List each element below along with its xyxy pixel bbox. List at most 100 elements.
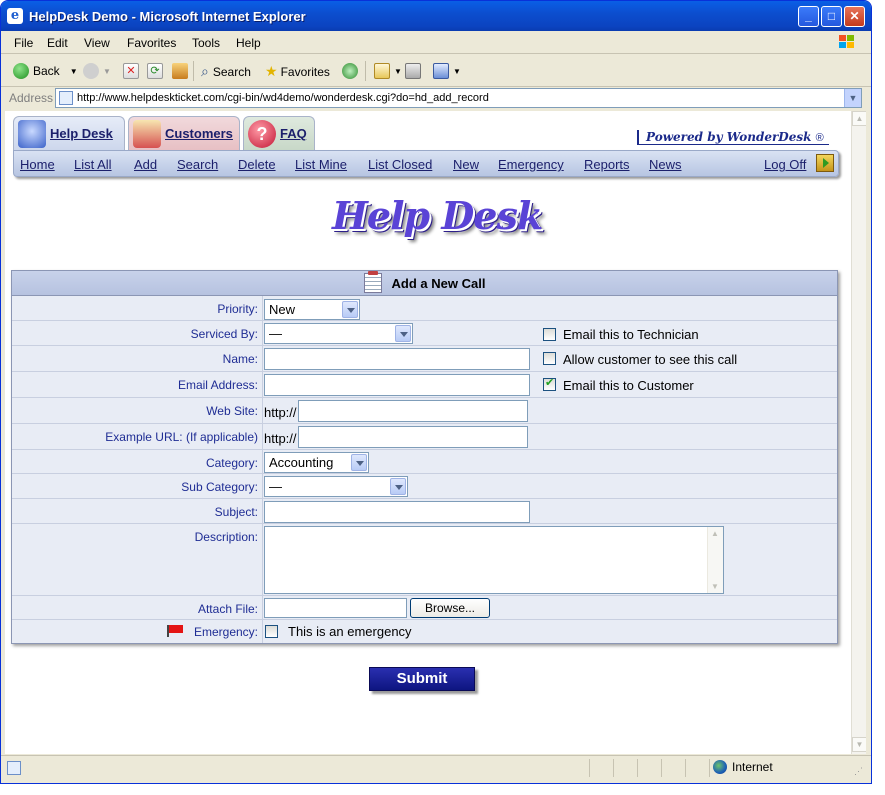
category-row: Category: Accounting	[12, 450, 837, 474]
nav-new[interactable]: New	[453, 157, 479, 172]
page-scrollbar[interactable]: ▲ ▼	[851, 111, 866, 754]
allow-customer-checkbox[interactable]	[543, 352, 556, 365]
customers-icon	[133, 119, 161, 148]
notepad-icon	[363, 271, 382, 293]
form-header: Add a New Call	[12, 271, 837, 296]
back-button[interactable]: Back ▼	[13, 63, 78, 79]
website-input[interactable]	[298, 400, 528, 422]
serviced-by-select[interactable]: —	[264, 323, 413, 344]
globe-icon	[713, 760, 727, 774]
nav-delete[interactable]: Delete	[238, 157, 276, 172]
email-input[interactable]	[264, 374, 530, 396]
chevron-down-icon[interactable]: ▼	[394, 67, 402, 76]
address-dropdown-button[interactable]: ▼	[844, 89, 861, 107]
resize-grip-icon[interactable]: ⋰	[854, 766, 863, 777]
emergency-label: Emergency:	[193, 625, 258, 639]
chevron-down-icon[interactable]: ▼	[103, 67, 111, 76]
status-bar: Internet ⋰	[1, 755, 871, 779]
name-row: Name: Allow customer to see this call	[12, 346, 837, 372]
attach-file-input[interactable]	[264, 598, 407, 618]
tab-customers[interactable]: Customers	[128, 116, 240, 150]
nav-emergency[interactable]: Emergency	[498, 157, 564, 172]
priority-select[interactable]: New	[264, 299, 360, 320]
serviced-by-row: Serviced By: — Email this to Technician	[12, 321, 837, 346]
maximize-button[interactable]: □	[821, 6, 842, 27]
mail-button[interactable]: ▼	[374, 63, 402, 79]
textarea-scrollbar[interactable]	[707, 527, 723, 593]
email-technician-checkbox[interactable]	[543, 328, 556, 341]
print-button[interactable]	[405, 63, 425, 79]
tab-help-desk[interactable]: Help Desk	[13, 116, 125, 150]
description-textarea[interactable]	[264, 526, 724, 594]
nav-search[interactable]: Search	[177, 157, 218, 172]
add-call-form: Add a New Call Priority: New Serviced By…	[11, 270, 838, 644]
ie-icon: e	[7, 8, 23, 24]
menu-bar: File Edit View Favorites Tools Help	[1, 31, 871, 54]
chevron-down-icon[interactable]: ▼	[70, 67, 78, 76]
tab-faq[interactable]: ? FAQ	[243, 116, 315, 150]
close-button[interactable]: ✕	[844, 6, 865, 27]
chevron-down-icon	[390, 478, 406, 495]
address-url[interactable]: http://www.helpdeskticket.com/cgi-bin/wd…	[77, 92, 489, 104]
nav-list-closed[interactable]: List Closed	[368, 157, 432, 172]
stop-button[interactable]: ✕	[123, 63, 143, 79]
example-url-input[interactable]	[298, 426, 528, 448]
back-arrow-icon	[13, 63, 29, 79]
nav-reports[interactable]: Reports	[584, 157, 630, 172]
security-zone: Internet	[713, 760, 773, 774]
serviced-by-label: Serviced By:	[190, 327, 258, 341]
menu-view[interactable]: View	[84, 36, 110, 50]
home-icon	[172, 63, 188, 79]
window-title: HelpDesk Demo - Microsoft Internet Explo…	[29, 9, 306, 24]
example-url-row: Example URL: (If applicable) http://	[12, 424, 837, 450]
menu-favorites[interactable]: Favorites	[127, 36, 176, 50]
nav-news[interactable]: News	[649, 157, 682, 172]
sub-category-row: Sub Category: —	[12, 474, 837, 499]
history-button[interactable]	[342, 63, 362, 79]
name-input[interactable]	[264, 348, 530, 370]
edit-button[interactable]: ▼	[433, 63, 461, 79]
toolbar-separator	[365, 61, 366, 81]
menu-edit[interactable]: Edit	[47, 36, 68, 50]
email-technician-label: Email this to Technician	[563, 327, 699, 342]
nav-add[interactable]: Add	[134, 157, 157, 172]
submit-button[interactable]: Submit	[369, 667, 475, 691]
chevron-down-icon[interactable]: ▼	[453, 67, 461, 76]
address-field[interactable]: http://www.helpdeskticket.com/cgi-bin/wd…	[55, 88, 862, 108]
description-row: Description:	[12, 524, 837, 596]
sub-category-select[interactable]: —	[264, 476, 408, 497]
chevron-down-icon	[351, 454, 367, 471]
home-button[interactable]	[172, 63, 192, 79]
chevron-down-icon	[342, 301, 358, 318]
subject-input[interactable]	[264, 501, 530, 523]
windows-logo-icon	[839, 35, 854, 48]
search-button[interactable]: ⌕ Search	[201, 63, 251, 80]
emergency-checkbox-label: This is an emergency	[288, 624, 412, 639]
powered-by[interactable]: Powered by WonderDesk ®	[637, 130, 829, 145]
nav-list-all[interactable]: List All	[74, 157, 112, 172]
scroll-down-button[interactable]: ▼	[852, 737, 866, 752]
title-bar[interactable]: e HelpDesk Demo - Microsoft Internet Exp…	[1, 1, 871, 31]
menu-help[interactable]: Help	[236, 36, 261, 50]
logoff-door-icon[interactable]	[816, 154, 834, 172]
forward-button[interactable]: ▼	[83, 63, 111, 79]
menu-file[interactable]: File	[14, 36, 33, 50]
address-bar: Address http://www.helpdeskticket.com/cg…	[1, 87, 871, 109]
subject-label: Subject:	[214, 505, 258, 519]
email-customer-checkbox[interactable]	[543, 376, 556, 391]
chevron-down-icon	[395, 325, 411, 342]
browse-button[interactable]: Browse...	[410, 598, 490, 618]
emergency-row: Emergency: This is an emergency	[12, 620, 837, 643]
nav-list-mine[interactable]: List Mine	[295, 157, 347, 172]
menu-tools[interactable]: Tools	[192, 36, 220, 50]
nav-log-off[interactable]: Log Off	[764, 157, 806, 172]
minimize-button[interactable]: _	[798, 6, 819, 27]
history-icon	[342, 63, 358, 79]
scroll-up-button[interactable]: ▲	[852, 111, 866, 126]
favorites-button[interactable]: ★ Favorites	[265, 63, 330, 80]
emergency-checkbox[interactable]	[265, 625, 278, 638]
refresh-button[interactable]: ⟳	[147, 63, 167, 79]
category-select[interactable]: Accounting	[264, 452, 369, 473]
nav-home[interactable]: Home	[20, 157, 55, 172]
attach-label: Attach File:	[197, 602, 258, 616]
